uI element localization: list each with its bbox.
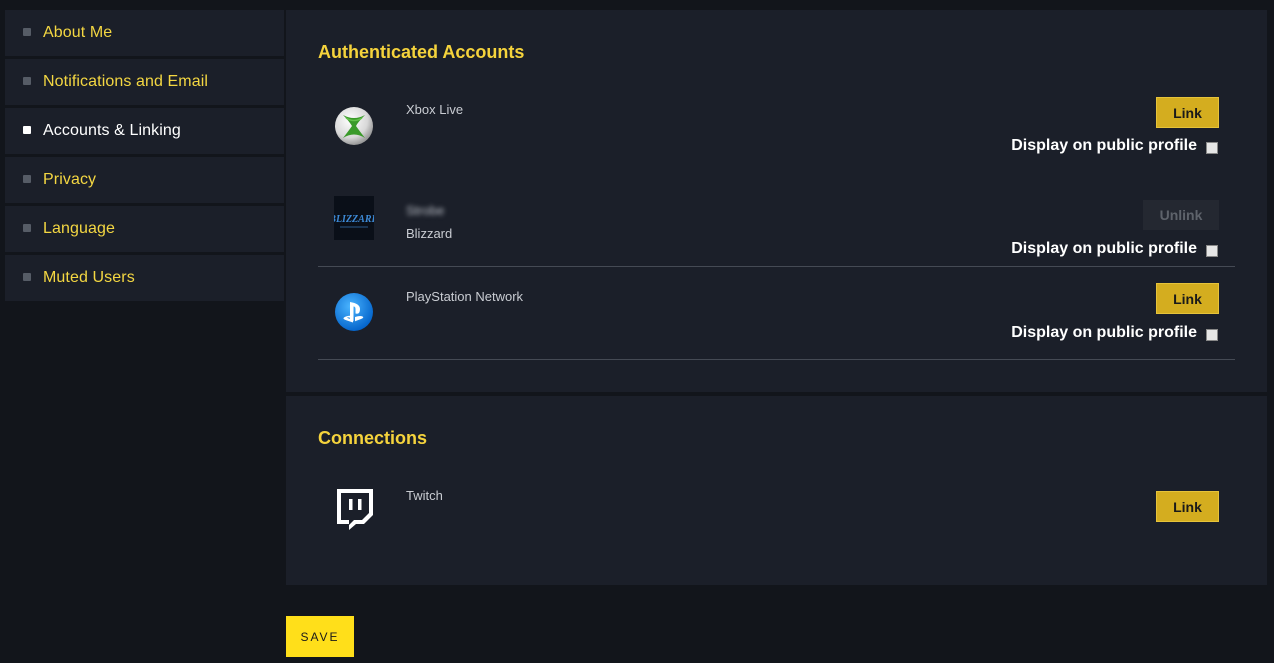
account-row-xbox: Xbox Live Link Display on public profile <box>318 90 1235 175</box>
unlink-button[interactable]: Unlink <box>1143 200 1219 230</box>
connections-title: Connections <box>318 428 428 448</box>
sidebar-item-label: Notifications and Email <box>43 73 209 90</box>
display-public-profile: Display on public profile <box>1011 137 1218 155</box>
bullet-icon <box>23 272 31 281</box>
svg-text:BLIZZARD: BLIZZARD <box>334 214 374 225</box>
display-public-profile-checkbox[interactable] <box>1206 329 1218 341</box>
sidebar-item-label: Language <box>43 220 115 237</box>
account-name: Twitch <box>406 488 443 503</box>
sidebar-item-notifications[interactable]: Notifications and Email <box>5 59 284 105</box>
authenticated-accounts-panel: Authenticated Accounts Xbox Live Link Di… <box>286 10 1267 392</box>
sidebar-item-language[interactable]: Language <box>5 206 284 252</box>
sidebar-item-accounts-linking[interactable]: Accounts & Linking <box>5 108 284 154</box>
settings-sidebar: About Me Notifications and Email Account… <box>5 10 284 304</box>
display-public-profile-checkbox[interactable] <box>1206 245 1218 257</box>
twitch-logo-icon <box>334 487 374 531</box>
link-button[interactable]: Link <box>1156 97 1219 128</box>
save-button[interactable]: SAVE <box>286 616 354 657</box>
sidebar-item-label: Muted Users <box>43 269 135 286</box>
account-row-blizzard: BLIZZARD Strobe Blizzard Unlink Display … <box>318 175 1235 267</box>
xbox-logo-icon <box>334 104 374 148</box>
display-public-profile-label: Display on public profile <box>1011 240 1197 257</box>
link-button[interactable]: Link <box>1156 283 1219 314</box>
connections-panel: Connections Twitch Link <box>286 396 1267 585</box>
link-button[interactable]: Link <box>1156 491 1219 522</box>
playstation-logo-icon <box>334 290 374 334</box>
account-name: Xbox Live <box>406 102 464 117</box>
account-row-playstation: PlayStation Network Link Display on publ… <box>318 267 1235 360</box>
display-public-profile-checkbox[interactable] <box>1206 142 1218 154</box>
sidebar-item-muted-users[interactable]: Muted Users <box>5 255 284 301</box>
blizzard-logo-icon: BLIZZARD <box>328 196 379 240</box>
authenticated-accounts-title: Authenticated Accounts <box>318 42 525 62</box>
account-name: PlayStation Network <box>406 289 524 304</box>
bullet-icon <box>23 223 31 232</box>
bullet-icon <box>23 27 31 36</box>
display-public-profile-label: Display on public profile <box>1011 324 1197 341</box>
sidebar-item-label: About Me <box>43 24 113 41</box>
account-username: Strobe <box>406 203 445 218</box>
sidebar-item-about-me[interactable]: About Me <box>5 10 284 56</box>
sidebar-item-privacy[interactable]: Privacy <box>5 157 284 203</box>
account-name: Blizzard <box>406 226 453 241</box>
bullet-icon <box>23 76 31 85</box>
display-public-profile: Display on public profile <box>1011 240 1218 258</box>
display-public-profile-label: Display on public profile <box>1011 137 1197 154</box>
display-public-profile: Display on public profile <box>1011 324 1218 342</box>
bullet-icon <box>23 125 31 134</box>
account-row-twitch: Twitch Link <box>318 476 1235 546</box>
bullet-icon <box>23 174 31 183</box>
sidebar-item-label: Accounts & Linking <box>43 122 181 139</box>
sidebar-item-label: Privacy <box>43 171 97 188</box>
